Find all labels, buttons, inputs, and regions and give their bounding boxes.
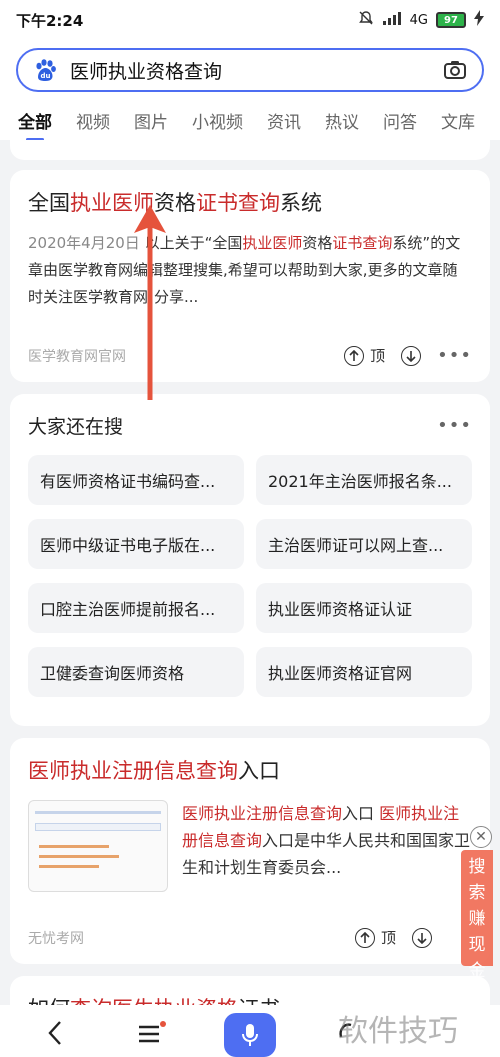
abstract-highlight: 医师执业注册信息查询 xyxy=(182,804,343,823)
related-chip[interactable]: 2021年主治医师报名条... xyxy=(256,455,472,505)
arrow-up-icon xyxy=(344,345,365,366)
related-chip[interactable]: 卫健委查询医师资格 xyxy=(28,647,244,697)
result-actions: 顶 xyxy=(354,927,432,948)
result-type-tabs: 全部 视频 图片 小视频 资讯 热议 问答 文库 xyxy=(0,100,500,140)
related-searches-card: 大家还在搜 ••• 有医师资格证书编码查... 2021年主治医师报名条... … xyxy=(10,394,490,726)
search-input[interactable]: du 医师执业资格查询 xyxy=(16,48,484,92)
status-bar: 下午2:24 4G 97 xyxy=(0,0,500,40)
related-header: 大家还在搜 ••• xyxy=(28,412,472,439)
menu-icon[interactable] xyxy=(135,1013,169,1053)
arrow-up-icon xyxy=(354,927,375,948)
related-chip[interactable]: 有医师资格证书编码查... xyxy=(28,455,244,505)
tab-news[interactable]: 资讯 xyxy=(267,108,301,133)
voice-search-button[interactable] xyxy=(224,1013,276,1057)
back-icon[interactable] xyxy=(40,1013,70,1053)
related-chip[interactable]: 执业医师资格证认证 xyxy=(256,583,472,633)
tab-hot-discussion[interactable]: 热议 xyxy=(325,108,359,133)
upvote-label: 顶 xyxy=(370,347,386,365)
related-chip[interactable]: 医师中级证书电子版在... xyxy=(28,519,244,569)
related-title: 大家还在搜 xyxy=(28,416,124,438)
abstract-highlight: 执业医师 xyxy=(242,234,303,252)
title-text: 全国 xyxy=(28,191,70,215)
tab-images[interactable]: 图片 xyxy=(134,108,168,133)
charging-icon xyxy=(474,10,484,30)
result-meta: 医学教育网官网 顶 ••• xyxy=(28,345,472,366)
search-result-card[interactable]: 全国执业医师资格证书查询系统 2020年4月20日 以上关于“全国执业医师资格证… xyxy=(10,170,490,382)
promo-banner[interactable]: 搜索赚现金 xyxy=(461,850,493,981)
status-time: 下午2:24 xyxy=(16,11,84,30)
abstract-text: 资格 xyxy=(302,234,333,252)
tab-qa[interactable]: 问答 xyxy=(383,108,417,133)
battery-icon: 97 xyxy=(436,12,466,28)
result-title[interactable]: 医师执业注册信息查询入口 xyxy=(28,756,472,786)
result-thumbnail[interactable] xyxy=(28,800,168,892)
tab-video[interactable]: 视频 xyxy=(76,108,110,133)
tab-all[interactable]: 全部 xyxy=(18,108,52,140)
more-icon[interactable]: ••• xyxy=(437,345,472,366)
tab-library[interactable]: 文库 xyxy=(441,108,475,133)
title-highlight: 证书查询 xyxy=(196,191,280,215)
baidu-paw-icon: du xyxy=(32,57,58,83)
tab-short-video[interactable]: 小视频 xyxy=(192,108,243,133)
search-query-text: 医师执业资格查询 xyxy=(70,60,223,83)
result-source: 无忧考网 xyxy=(28,930,84,947)
upvote-button[interactable]: 顶 xyxy=(354,927,396,948)
title-text: 入口 xyxy=(238,759,280,783)
previous-result-card xyxy=(10,140,490,160)
related-grid: 有医师资格证书编码查... 2021年主治医师报名条... 医师中级证书电子版在… xyxy=(28,455,472,697)
search-result-card[interactable]: 医师执业注册信息查询入口 医师执业注册信息查询入口 医师执业注册信息查询入口是中… xyxy=(10,738,490,964)
search-bar-container: du 医师执业资格查询 xyxy=(0,40,500,100)
status-icons: 4G 97 xyxy=(358,10,484,30)
network-type: 4G xyxy=(409,12,428,28)
promo-close-icon[interactable]: ✕ xyxy=(470,826,492,848)
arrow-down-icon[interactable] xyxy=(401,345,422,366)
related-chip[interactable]: 主治医师证可以网上查... xyxy=(256,519,472,569)
related-chip[interactable]: 执业医师资格证官网 xyxy=(256,647,472,697)
result-meta: 无忧考网 顶 xyxy=(28,927,472,948)
result-abstract: 2020年4月20日 以上关于“全国执业医师资格证书查询系统”的文章由医学教育网… xyxy=(28,230,472,311)
more-icon[interactable]: ••• xyxy=(437,415,472,436)
mute-icon xyxy=(358,10,374,30)
svg-text:du: du xyxy=(41,72,51,80)
result-title[interactable]: 全国执业医师资格证书查询系统 xyxy=(28,188,472,218)
title-highlight: 医师执业注册信息查询 xyxy=(28,759,238,783)
arrow-down-icon[interactable] xyxy=(412,927,432,948)
upvote-button[interactable]: 顶 xyxy=(344,345,385,366)
title-text: 系统 xyxy=(280,191,322,215)
result-body: 医师执业注册信息查询入口 医师执业注册信息查询入口是中华人民共和国国家卫生和计划… xyxy=(28,800,472,892)
result-abstract: 医师执业注册信息查询入口 医师执业注册信息查询入口是中华人民共和国国家卫生和计划… xyxy=(182,800,472,892)
microphone-icon xyxy=(242,1024,258,1046)
camera-icon[interactable] xyxy=(442,57,468,83)
signal-icon xyxy=(382,11,402,29)
watermark: 软件技巧 xyxy=(338,1014,458,1049)
annotation-arrow-icon xyxy=(134,205,166,400)
abstract-highlight: 证书查询 xyxy=(332,234,393,252)
related-chip[interactable]: 口腔主治医师提前报名... xyxy=(28,583,244,633)
abstract-text: 入口 xyxy=(342,804,380,823)
upvote-label: 顶 xyxy=(380,929,396,947)
result-source: 医学教育网官网 xyxy=(28,348,126,365)
result-actions: 顶 ••• xyxy=(344,345,472,366)
